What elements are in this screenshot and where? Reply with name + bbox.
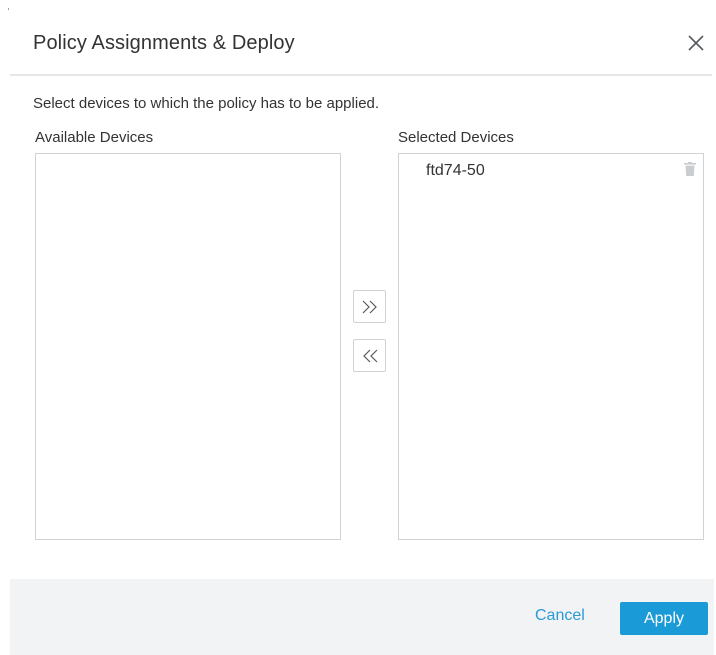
instruction-text: Select devices to which the policy has t… bbox=[33, 95, 380, 112]
device-name: ftd74-50 bbox=[426, 162, 485, 179]
apply-button[interactable]: Apply bbox=[620, 602, 708, 635]
add-to-selected-button[interactable] bbox=[353, 290, 386, 323]
dialog-footer: Cancel Apply bbox=[10, 579, 714, 655]
trash-icon bbox=[684, 162, 696, 176]
cancel-button[interactable]: Cancel bbox=[535, 607, 585, 625]
dialog-header: Policy Assignments & Deploy bbox=[0, 0, 716, 76]
delete-device-button[interactable] bbox=[684, 162, 696, 176]
available-devices-list[interactable] bbox=[35, 153, 341, 540]
dialog-title: Policy Assignments & Deploy bbox=[33, 32, 295, 54]
header-divider bbox=[10, 74, 712, 76]
selected-devices-label: Selected Devices bbox=[398, 129, 514, 146]
close-icon bbox=[688, 35, 704, 51]
available-devices-label: Available Devices bbox=[35, 129, 154, 146]
double-chevron-right-icon bbox=[362, 300, 377, 314]
double-chevron-left-icon bbox=[363, 349, 378, 363]
policy-assignments-dialog: Policy Assignments & Deploy Select devic… bbox=[0, 0, 716, 655]
close-button[interactable] bbox=[686, 33, 706, 53]
selected-devices-list[interactable]: ftd74-50 bbox=[398, 153, 704, 540]
remove-from-selected-button[interactable] bbox=[353, 339, 386, 372]
list-item[interactable]: ftd74-50 bbox=[399, 154, 703, 188]
